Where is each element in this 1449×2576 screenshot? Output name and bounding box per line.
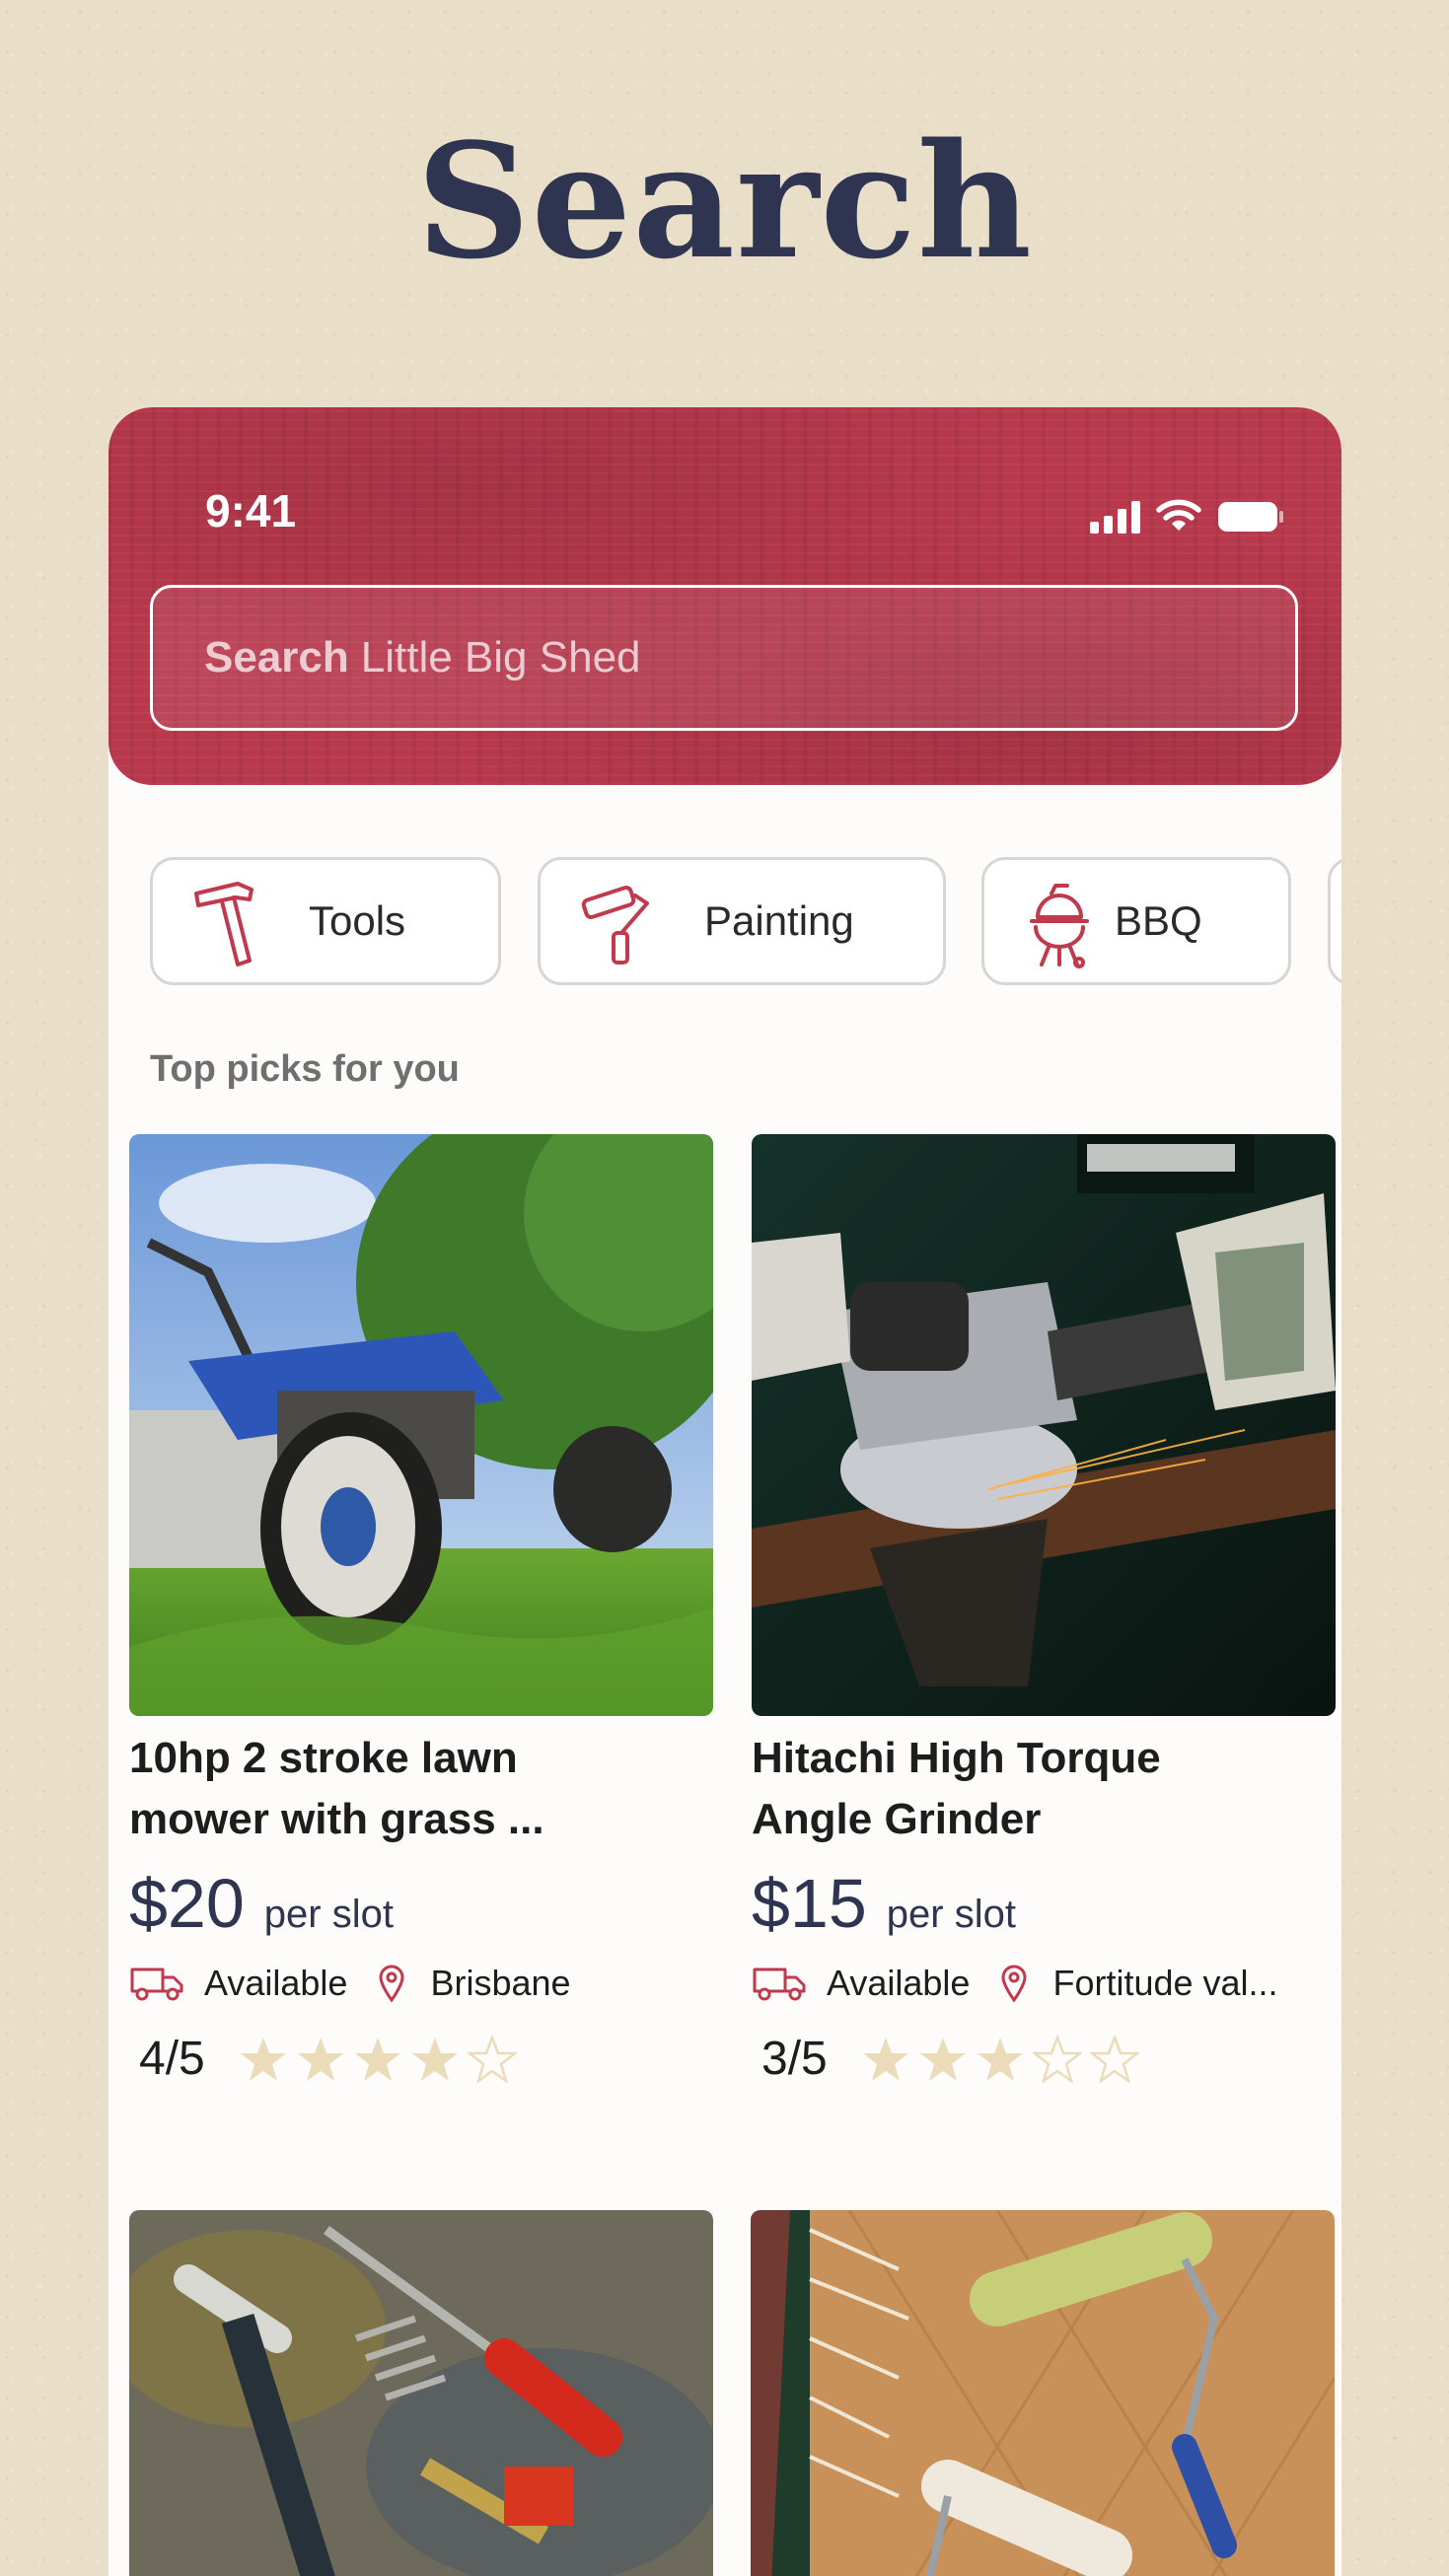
wifi-icon: [1156, 498, 1201, 534]
location-pin-icon: [379, 1965, 404, 2003]
price-unit: per slot: [263, 1893, 394, 1936]
category-bbq[interactable]: BBQ: [981, 857, 1291, 985]
price-row: $15 per slot: [752, 1864, 1336, 1943]
battery-icon: [1217, 500, 1284, 534]
phone-screen: 9:41 Search Little Big Shed Tools Painti…: [109, 407, 1341, 2576]
listing-title-line: Hitachi High Torque: [752, 1734, 1161, 1782]
category-painting[interactable]: Painting: [538, 857, 946, 985]
status-time: 9:41: [205, 485, 297, 537]
meta-row: Available Fortitude val...: [752, 1963, 1336, 2004]
star-filled-icon: [354, 2037, 400, 2081]
star-filled-icon: [977, 2037, 1023, 2081]
listing-title[interactable]: 10hp 2 stroke lawn mower with grass ...: [129, 1728, 713, 1850]
rating-text: 4/5: [139, 2033, 205, 2085]
star-filled-icon: [297, 2037, 343, 2081]
lawn-mower-photo: [129, 1134, 713, 1716]
listing-title-line: 10hp 2 stroke lawn: [129, 1734, 518, 1782]
listing-card[interactable]: 10hp 2 stroke lawn mower with grass ... …: [129, 1134, 713, 2086]
category-more[interactable]: [1328, 857, 1341, 985]
star-empty-icon: [467, 2035, 517, 2083]
listing-title-line: mower with grass ...: [129, 1795, 544, 1843]
rating-text: 3/5: [761, 2033, 828, 2085]
delivery-truck-icon: [753, 1968, 806, 2001]
category-chips: Tools Painting BBQ: [150, 857, 1341, 985]
category-label: Painting: [704, 897, 854, 944]
hammer-icon: [194, 882, 254, 966]
status-icons: [1090, 494, 1284, 534]
listing-card[interactable]: [129, 2210, 713, 2576]
price-unit: per slot: [886, 1893, 1016, 1936]
star-filled-icon: [240, 2037, 286, 2081]
category-tools[interactable]: Tools: [150, 857, 501, 985]
availability-text: Available: [204, 1963, 348, 2003]
star-filled-icon: [411, 2037, 458, 2081]
bbq-grill-icon: [1030, 884, 1089, 968]
page-title: Search: [415, 108, 1034, 294]
star-filled-icon: [862, 2037, 908, 2081]
location-pin-icon: [1001, 1965, 1027, 2003]
paint-roller-photo: [751, 2210, 1335, 2576]
availability-text: Available: [827, 1963, 971, 2003]
meta-row: Available Brisbane: [129, 1963, 713, 2004]
listing-price: $15: [752, 1865, 867, 1942]
search-placeholder: Little Big Shed: [360, 633, 641, 681]
location-text: Fortitude val...: [1052, 1963, 1278, 2003]
search-input[interactable]: Search Little Big Shed: [150, 585, 1298, 731]
rating-row: 3/5: [752, 2032, 1336, 2086]
location-text: Brisbane: [430, 1963, 571, 2003]
category-label: Tools: [309, 897, 406, 944]
star-empty-icon: [1089, 2035, 1139, 2083]
section-title: Top picks for you: [150, 1048, 460, 1090]
listing-card[interactable]: Hitachi High Torque Angle Grinder $15 pe…: [752, 1134, 1336, 2086]
angle-grinder-photo: [752, 1134, 1336, 1716]
listing-price: $20: [129, 1865, 245, 1942]
price-row: $20 per slot: [129, 1864, 713, 1943]
star-filled-icon: [919, 2037, 966, 2081]
signal-icon: [1090, 500, 1140, 534]
delivery-truck-icon: [130, 1968, 183, 2001]
listing-title[interactable]: Hitachi High Torque Angle Grinder: [752, 1728, 1336, 1850]
listing-title-line: Angle Grinder: [752, 1795, 1042, 1843]
search-header: 9:41 Search Little Big Shed: [109, 407, 1341, 785]
star-empty-icon: [1032, 2035, 1082, 2083]
listing-card[interactable]: [751, 2210, 1335, 2576]
paint-roller-icon: [581, 886, 649, 965]
hand-tools-photo: [129, 2210, 713, 2576]
search-placeholder-bold: Search: [204, 633, 349, 681]
rating-row: 4/5: [129, 2032, 713, 2086]
category-label: BBQ: [1115, 897, 1202, 944]
